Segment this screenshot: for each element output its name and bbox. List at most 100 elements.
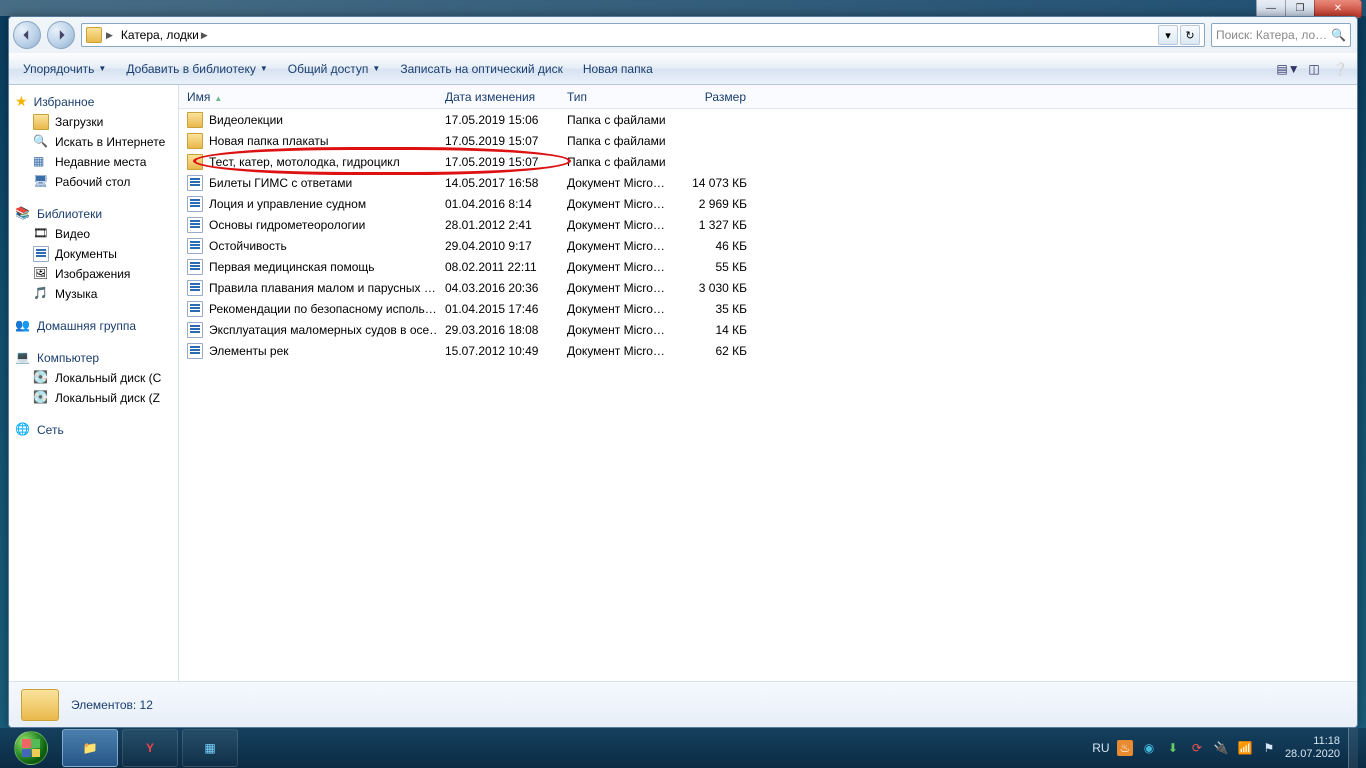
new-folder-button[interactable]: Новая папка — [575, 58, 661, 80]
homegroup-header-label: Домашняя группа — [37, 319, 136, 333]
file-row[interactable]: Элементы рек15.07.2012 10:49Документ Mic… — [179, 340, 1357, 361]
sidebar-item-video[interactable]: 🎞Видео — [9, 224, 178, 244]
sidebar-item-recent[interactable]: ▦Недавние места — [9, 152, 178, 172]
organize-label: Упорядочить — [23, 62, 94, 76]
word-doc-icon — [187, 238, 203, 254]
breadcrumb-segment[interactable]: Катера, лодки ▶ — [117, 28, 212, 42]
preview-pane-button[interactable]: ◫ — [1303, 58, 1325, 80]
tray-lang[interactable]: RU — [1093, 740, 1109, 756]
sidebar-network-header[interactable]: 🌐 Сеть — [9, 420, 178, 440]
yandex-icon: Y — [146, 741, 154, 755]
file-row[interactable]: Видеолекции17.05.2019 15:06Папка с файла… — [179, 109, 1357, 130]
file-row[interactable]: Остойчивость29.04.2010 9:17Документ Micr… — [179, 235, 1357, 256]
word-doc-icon — [187, 322, 203, 338]
sidebar-homegroup-header[interactable]: 👥 Домашняя группа — [9, 316, 178, 336]
sidebar-item-label: Видео — [55, 227, 90, 241]
favorites-header-label: Избранное — [34, 95, 95, 109]
file-date: 29.04.2010 9:17 — [437, 239, 559, 253]
tray-date: 28.07.2020 — [1285, 748, 1340, 761]
navigation-pane[interactable]: ★ Избранное Загрузки 🔍Искать в Интернете… — [9, 85, 179, 681]
file-size: 14 073 КБ — [677, 176, 755, 190]
history-dropdown[interactable]: ▾ — [1158, 25, 1178, 45]
file-list-pane: Имя▲ Дата изменения Тип Размер Видеолекц… — [179, 85, 1357, 681]
chevron-right-icon[interactable]: ▶ — [201, 30, 208, 41]
sidebar-computer-header[interactable]: 💻 Компьютер — [9, 348, 178, 368]
address-bar[interactable]: ▶ Катера, лодки ▶ ▾ ↻ — [81, 23, 1205, 47]
sidebar-libraries-header[interactable]: 📚 Библиотеки — [9, 204, 178, 224]
file-row[interactable]: Эксплуатация маломерных судов в осе…29.0… — [179, 319, 1357, 340]
network-icon: 🌐 — [15, 422, 31, 438]
file-row[interactable]: Тест, катер, мотолодка, гидроцикл17.05.2… — [179, 151, 1357, 172]
sidebar-item-music[interactable]: 🎵Музыка — [9, 284, 178, 304]
file-type: Документ Micros… — [559, 260, 677, 274]
file-row[interactable]: Основы гидрометеорологии28.01.2012 2:41Д… — [179, 214, 1357, 235]
taskbar-yandex-button[interactable]: Y — [122, 729, 178, 767]
tray-ccleaner-icon[interactable]: ⟳ — [1189, 740, 1205, 756]
file-row[interactable]: Лоция и управление судном01.04.2016 8:14… — [179, 193, 1357, 214]
disk-icon: 💽 — [33, 370, 49, 386]
tray-java-icon[interactable]: ♨ — [1117, 740, 1133, 756]
file-date: 29.03.2016 18:08 — [437, 323, 559, 337]
system-tray: RU ♨ ◉ ⬇ ⟳ 🔌 📶 ⚑ 11:18 28.07.2020 — [1093, 728, 1362, 768]
sidebar-item-search-internet[interactable]: 🔍Искать в Интернете — [9, 132, 178, 152]
taskbar-app-button[interactable]: ▦ — [182, 729, 238, 767]
tray-power-icon[interactable]: 🔌 — [1213, 740, 1229, 756]
file-date: 17.05.2019 15:07 — [437, 134, 559, 148]
sidebar-item-label: Загрузки — [55, 115, 103, 129]
taskbar-explorer-button[interactable]: 📁 — [62, 729, 118, 767]
sidebar-item-documents[interactable]: Документы — [9, 244, 178, 264]
start-button[interactable] — [4, 728, 58, 768]
forward-button[interactable] — [47, 21, 75, 49]
breadcrumb-label: Катера, лодки — [121, 28, 199, 42]
file-name: Тест, катер, мотолодка, гидроцикл — [209, 155, 400, 169]
dropdown-arrow-icon: ▼ — [372, 64, 380, 73]
share-button[interactable]: Общий доступ▼ — [280, 58, 389, 80]
burn-button[interactable]: Записать на оптический диск — [392, 58, 571, 80]
col-name-header[interactable]: Имя▲ — [179, 90, 437, 104]
back-button[interactable] — [13, 21, 41, 49]
homegroup-icon: 👥 — [15, 318, 31, 334]
tray-sync-icon[interactable]: ◉ — [1141, 740, 1157, 756]
search-input[interactable]: Поиск: Катера, ло… 🔍 — [1211, 23, 1351, 47]
sidebar-item-disk-z[interactable]: 💽Локальный диск (Z — [9, 388, 178, 408]
file-row[interactable]: Правила плавания малом и парусных …04.03… — [179, 277, 1357, 298]
tray-flag-icon[interactable]: ⚑ — [1261, 740, 1277, 756]
file-row[interactable]: Новая папка плакаты17.05.2019 15:07Папка… — [179, 130, 1357, 151]
sidebar-favorites-header[interactable]: ★ Избранное — [9, 91, 178, 112]
explorer-window: ▶ Катера, лодки ▶ ▾ ↻ Поиск: Катера, ло…… — [8, 16, 1358, 728]
col-type-header[interactable]: Тип — [559, 90, 677, 104]
sidebar-item-downloads[interactable]: Загрузки — [9, 112, 178, 132]
tray-clock[interactable]: 11:18 28.07.2020 — [1285, 735, 1340, 761]
file-name: Лоция и управление судном — [209, 197, 366, 211]
recent-icon: ▦ — [33, 154, 49, 170]
file-row[interactable]: Первая медицинская помощь08.02.2011 22:1… — [179, 256, 1357, 277]
file-size: 46 КБ — [677, 239, 755, 253]
add-to-library-button[interactable]: Добавить в библиотеку▼ — [118, 58, 275, 80]
show-desktop-button[interactable] — [1348, 728, 1358, 768]
sidebar-item-disk-c[interactable]: 💽Локальный диск (C — [9, 368, 178, 388]
folder-icon — [86, 27, 102, 43]
sidebar-item-label: Рабочий стол — [55, 175, 130, 189]
tray-download-icon[interactable]: ⬇ — [1165, 740, 1181, 756]
tray-network-icon[interactable]: 📶 — [1237, 740, 1253, 756]
file-date: 17.05.2019 15:06 — [437, 113, 559, 127]
file-size: 55 КБ — [677, 260, 755, 274]
organize-button[interactable]: Упорядочить▼ — [15, 58, 114, 80]
sidebar-item-pictures[interactable]: 🖼Изображения — [9, 264, 178, 284]
column-headers: Имя▲ Дата изменения Тип Размер — [179, 85, 1357, 109]
view-mode-button[interactable]: ▤ ▼ — [1277, 58, 1299, 80]
file-name: Эксплуатация маломерных судов в осе… — [209, 323, 437, 337]
file-row[interactable]: Билеты ГИМС с ответами14.05.2017 16:58До… — [179, 172, 1357, 193]
sidebar-item-desktop[interactable]: 🖥Рабочий стол — [9, 172, 178, 192]
col-date-header[interactable]: Дата изменения — [437, 90, 559, 104]
file-rows-container: Видеолекции17.05.2019 15:06Папка с файла… — [179, 109, 1357, 681]
file-type: Документ Micros… — [559, 344, 677, 358]
help-button[interactable]: ❔ — [1329, 58, 1351, 80]
taskbar: 📁 Y ▦ RU ♨ ◉ ⬇ ⟳ 🔌 📶 ⚑ 11:18 28.07.2020 — [0, 728, 1366, 768]
sidebar-item-label: Локальный диск (Z — [55, 391, 160, 405]
col-size-header[interactable]: Размер — [677, 90, 755, 104]
refresh-button[interactable]: ↻ — [1180, 25, 1200, 45]
file-row[interactable]: Рекомендации по безопасному исполь…01.04… — [179, 298, 1357, 319]
item-count-label: Элементов: 12 — [71, 698, 153, 712]
file-name: Новая папка плакаты — [209, 134, 329, 148]
